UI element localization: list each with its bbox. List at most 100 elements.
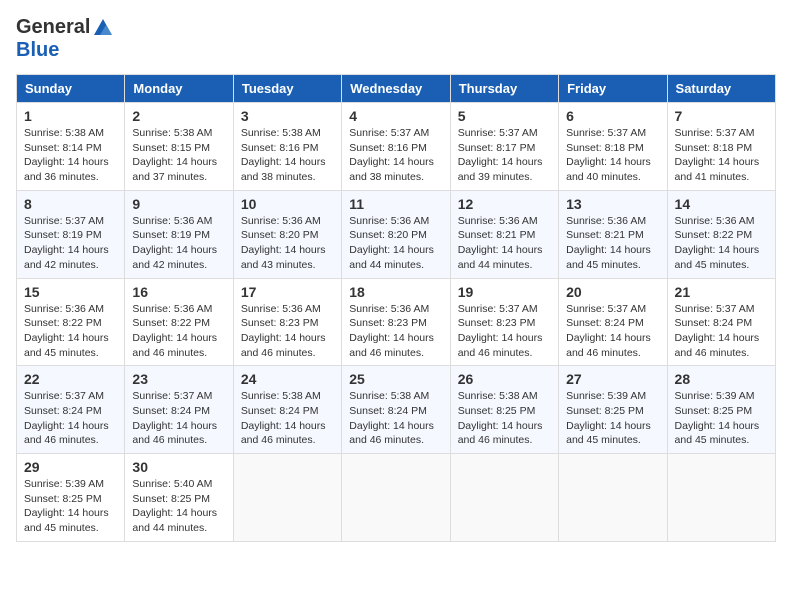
- calendar-header-sunday: Sunday: [17, 75, 125, 103]
- day-number: 6: [566, 108, 659, 124]
- logo-blue-text: Blue: [16, 39, 59, 62]
- day-info: Sunrise: 5:40 AM Sunset: 8:25 PM Dayligh…: [132, 477, 225, 536]
- calendar-header-wednesday: Wednesday: [342, 75, 450, 103]
- day-number: 14: [675, 196, 768, 212]
- calendar-cell: 26 Sunrise: 5:38 AM Sunset: 8:25 PM Dayl…: [450, 366, 558, 454]
- day-info: Sunrise: 5:36 AM Sunset: 8:20 PM Dayligh…: [349, 214, 442, 273]
- calendar-cell: 20 Sunrise: 5:37 AM Sunset: 8:24 PM Dayl…: [559, 278, 667, 366]
- calendar: SundayMondayTuesdayWednesdayThursdayFrid…: [16, 74, 776, 542]
- calendar-cell: [342, 454, 450, 542]
- day-info: Sunrise: 5:39 AM Sunset: 8:25 PM Dayligh…: [675, 389, 768, 448]
- day-number: 4: [349, 108, 442, 124]
- calendar-cell: 21 Sunrise: 5:37 AM Sunset: 8:24 PM Dayl…: [667, 278, 775, 366]
- day-number: 19: [458, 284, 551, 300]
- calendar-cell: 22 Sunrise: 5:37 AM Sunset: 8:24 PM Dayl…: [17, 366, 125, 454]
- calendar-cell: [450, 454, 558, 542]
- day-number: 30: [132, 459, 225, 475]
- header: General Blue: [16, 16, 776, 62]
- calendar-header-monday: Monday: [125, 75, 233, 103]
- day-info: Sunrise: 5:38 AM Sunset: 8:15 PM Dayligh…: [132, 126, 225, 185]
- calendar-header-thursday: Thursday: [450, 75, 558, 103]
- calendar-cell: 25 Sunrise: 5:38 AM Sunset: 8:24 PM Dayl…: [342, 366, 450, 454]
- day-info: Sunrise: 5:37 AM Sunset: 8:18 PM Dayligh…: [675, 126, 768, 185]
- calendar-header-tuesday: Tuesday: [233, 75, 341, 103]
- calendar-week-row: 15 Sunrise: 5:36 AM Sunset: 8:22 PM Dayl…: [17, 278, 776, 366]
- day-number: 7: [675, 108, 768, 124]
- day-number: 16: [132, 284, 225, 300]
- calendar-cell: 4 Sunrise: 5:37 AM Sunset: 8:16 PM Dayli…: [342, 103, 450, 191]
- calendar-header-row: SundayMondayTuesdayWednesdayThursdayFrid…: [17, 75, 776, 103]
- calendar-cell: 27 Sunrise: 5:39 AM Sunset: 8:25 PM Dayl…: [559, 366, 667, 454]
- day-number: 9: [132, 196, 225, 212]
- day-info: Sunrise: 5:37 AM Sunset: 8:24 PM Dayligh…: [24, 389, 117, 448]
- calendar-cell: 12 Sunrise: 5:36 AM Sunset: 8:21 PM Dayl…: [450, 190, 558, 278]
- calendar-cell: 8 Sunrise: 5:37 AM Sunset: 8:19 PM Dayli…: [17, 190, 125, 278]
- day-number: 20: [566, 284, 659, 300]
- day-number: 26: [458, 371, 551, 387]
- day-info: Sunrise: 5:36 AM Sunset: 8:21 PM Dayligh…: [566, 214, 659, 273]
- calendar-week-row: 8 Sunrise: 5:37 AM Sunset: 8:19 PM Dayli…: [17, 190, 776, 278]
- day-number: 2: [132, 108, 225, 124]
- day-number: 28: [675, 371, 768, 387]
- day-number: 23: [132, 371, 225, 387]
- calendar-cell: 10 Sunrise: 5:36 AM Sunset: 8:20 PM Dayl…: [233, 190, 341, 278]
- day-number: 29: [24, 459, 117, 475]
- day-info: Sunrise: 5:38 AM Sunset: 8:16 PM Dayligh…: [241, 126, 334, 185]
- day-info: Sunrise: 5:39 AM Sunset: 8:25 PM Dayligh…: [566, 389, 659, 448]
- calendar-cell: 3 Sunrise: 5:38 AM Sunset: 8:16 PM Dayli…: [233, 103, 341, 191]
- day-number: 25: [349, 371, 442, 387]
- day-info: Sunrise: 5:38 AM Sunset: 8:24 PM Dayligh…: [349, 389, 442, 448]
- calendar-header-friday: Friday: [559, 75, 667, 103]
- calendar-cell: 6 Sunrise: 5:37 AM Sunset: 8:18 PM Dayli…: [559, 103, 667, 191]
- day-number: 24: [241, 371, 334, 387]
- calendar-cell: [559, 454, 667, 542]
- day-info: Sunrise: 5:37 AM Sunset: 8:23 PM Dayligh…: [458, 302, 551, 361]
- day-info: Sunrise: 5:36 AM Sunset: 8:22 PM Dayligh…: [675, 214, 768, 273]
- day-number: 22: [24, 371, 117, 387]
- day-number: 1: [24, 108, 117, 124]
- calendar-cell: 16 Sunrise: 5:36 AM Sunset: 8:22 PM Dayl…: [125, 278, 233, 366]
- calendar-cell: 15 Sunrise: 5:36 AM Sunset: 8:22 PM Dayl…: [17, 278, 125, 366]
- calendar-cell: 13 Sunrise: 5:36 AM Sunset: 8:21 PM Dayl…: [559, 190, 667, 278]
- day-info: Sunrise: 5:39 AM Sunset: 8:25 PM Dayligh…: [24, 477, 117, 536]
- calendar-week-row: 22 Sunrise: 5:37 AM Sunset: 8:24 PM Dayl…: [17, 366, 776, 454]
- calendar-week-row: 1 Sunrise: 5:38 AM Sunset: 8:14 PM Dayli…: [17, 103, 776, 191]
- day-info: Sunrise: 5:38 AM Sunset: 8:25 PM Dayligh…: [458, 389, 551, 448]
- calendar-cell: 5 Sunrise: 5:37 AM Sunset: 8:17 PM Dayli…: [450, 103, 558, 191]
- day-info: Sunrise: 5:36 AM Sunset: 8:23 PM Dayligh…: [241, 302, 334, 361]
- day-number: 11: [349, 196, 442, 212]
- calendar-cell: 17 Sunrise: 5:36 AM Sunset: 8:23 PM Dayl…: [233, 278, 341, 366]
- day-number: 5: [458, 108, 551, 124]
- calendar-cell: 2 Sunrise: 5:38 AM Sunset: 8:15 PM Dayli…: [125, 103, 233, 191]
- calendar-cell: 29 Sunrise: 5:39 AM Sunset: 8:25 PM Dayl…: [17, 454, 125, 542]
- day-number: 10: [241, 196, 334, 212]
- day-info: Sunrise: 5:36 AM Sunset: 8:20 PM Dayligh…: [241, 214, 334, 273]
- calendar-cell: 28 Sunrise: 5:39 AM Sunset: 8:25 PM Dayl…: [667, 366, 775, 454]
- logo-general-text: General: [16, 16, 90, 39]
- day-info: Sunrise: 5:37 AM Sunset: 8:17 PM Dayligh…: [458, 126, 551, 185]
- calendar-week-row: 29 Sunrise: 5:39 AM Sunset: 8:25 PM Dayl…: [17, 454, 776, 542]
- day-info: Sunrise: 5:36 AM Sunset: 8:23 PM Dayligh…: [349, 302, 442, 361]
- logo-icon: [92, 17, 114, 39]
- day-number: 21: [675, 284, 768, 300]
- day-info: Sunrise: 5:36 AM Sunset: 8:21 PM Dayligh…: [458, 214, 551, 273]
- day-info: Sunrise: 5:37 AM Sunset: 8:24 PM Dayligh…: [675, 302, 768, 361]
- calendar-cell: 7 Sunrise: 5:37 AM Sunset: 8:18 PM Dayli…: [667, 103, 775, 191]
- day-info: Sunrise: 5:38 AM Sunset: 8:14 PM Dayligh…: [24, 126, 117, 185]
- calendar-cell: [667, 454, 775, 542]
- day-number: 17: [241, 284, 334, 300]
- day-info: Sunrise: 5:37 AM Sunset: 8:19 PM Dayligh…: [24, 214, 117, 273]
- day-number: 13: [566, 196, 659, 212]
- day-info: Sunrise: 5:36 AM Sunset: 8:19 PM Dayligh…: [132, 214, 225, 273]
- day-number: 27: [566, 371, 659, 387]
- calendar-cell: 24 Sunrise: 5:38 AM Sunset: 8:24 PM Dayl…: [233, 366, 341, 454]
- calendar-header-saturday: Saturday: [667, 75, 775, 103]
- day-number: 15: [24, 284, 117, 300]
- calendar-cell: 30 Sunrise: 5:40 AM Sunset: 8:25 PM Dayl…: [125, 454, 233, 542]
- day-info: Sunrise: 5:38 AM Sunset: 8:24 PM Dayligh…: [241, 389, 334, 448]
- day-number: 18: [349, 284, 442, 300]
- calendar-cell: 23 Sunrise: 5:37 AM Sunset: 8:24 PM Dayl…: [125, 366, 233, 454]
- day-number: 12: [458, 196, 551, 212]
- calendar-cell: 14 Sunrise: 5:36 AM Sunset: 8:22 PM Dayl…: [667, 190, 775, 278]
- day-info: Sunrise: 5:37 AM Sunset: 8:16 PM Dayligh…: [349, 126, 442, 185]
